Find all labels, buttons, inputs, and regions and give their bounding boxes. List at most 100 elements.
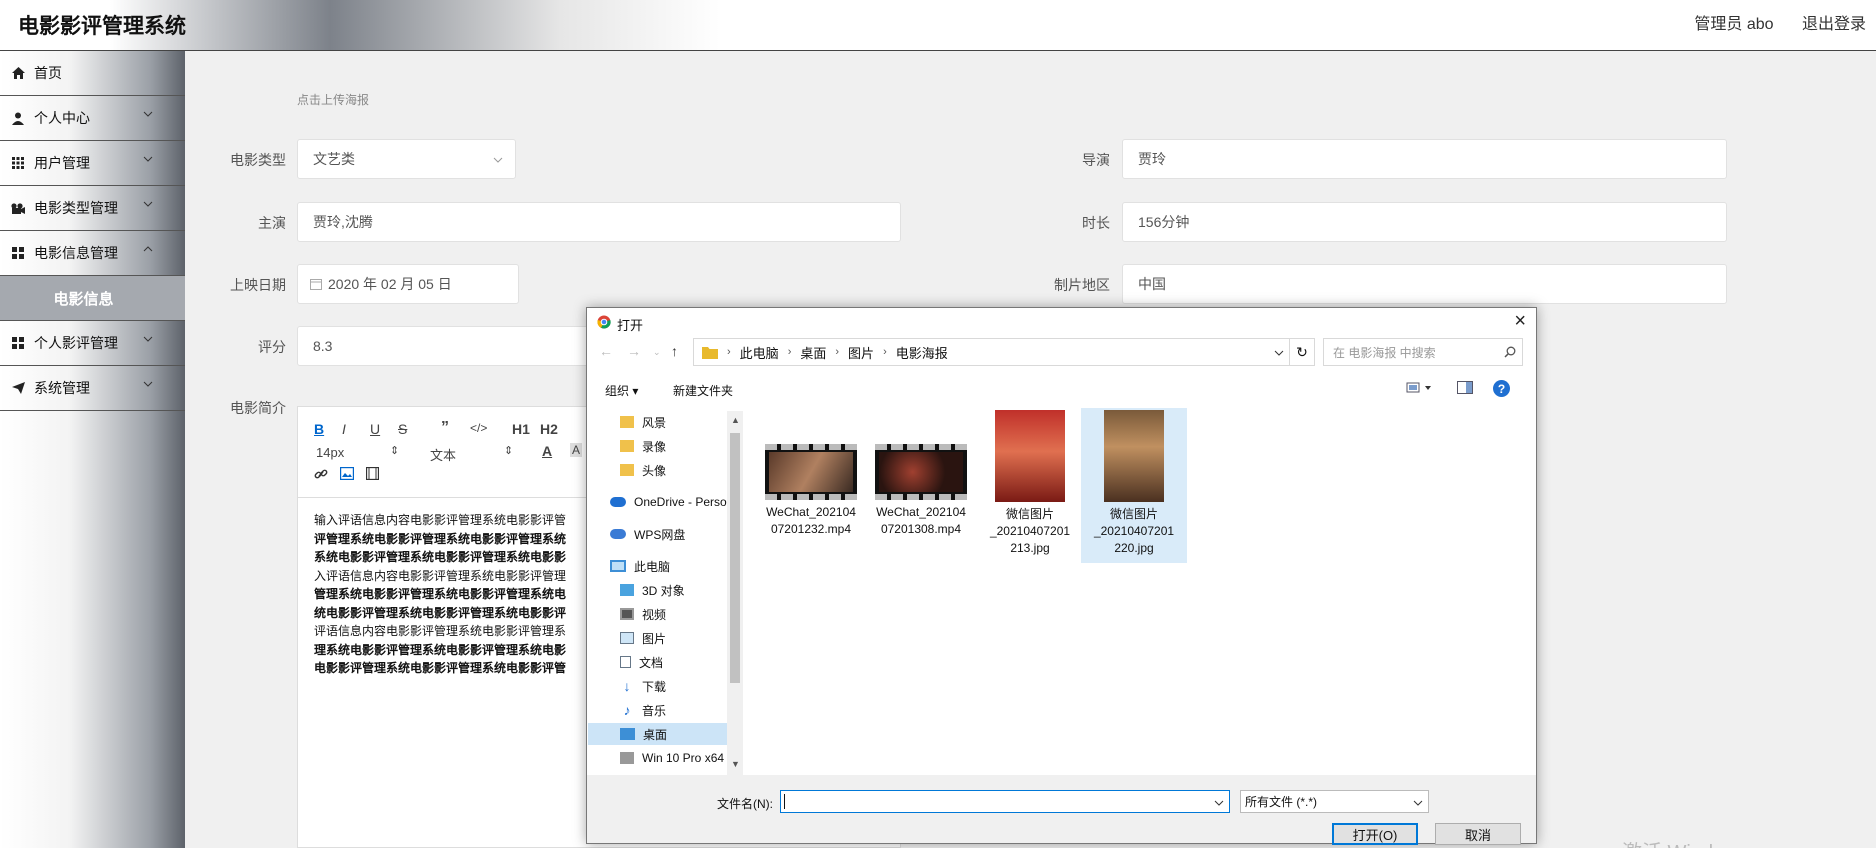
upload-poster-hint[interactable]: 点击上传海报 bbox=[297, 91, 369, 108]
file-item-video-2[interactable]: WeChat_202104 07201308.mp4 bbox=[875, 444, 967, 538]
quote-button[interactable]: ” bbox=[441, 419, 449, 437]
sidebar-item-label: 用户管理 bbox=[34, 155, 90, 171]
tree-item-downloads[interactable]: ↓ 下载 bbox=[588, 675, 728, 697]
tree-item-pictures[interactable]: 图片 bbox=[588, 627, 728, 649]
editor-line: 电影影评管理系统电影影评管理系统电影影评管 bbox=[314, 661, 567, 675]
tree-item-label: 视频 bbox=[642, 607, 667, 622]
region-input[interactable]: 中国 bbox=[1122, 264, 1727, 304]
duration-input[interactable]: 156分钟 bbox=[1122, 202, 1727, 242]
tree-item-scenery[interactable]: 风景 bbox=[588, 411, 728, 433]
tree-item-drive[interactable]: Win 10 Pro x64 bbox=[588, 747, 728, 769]
font-size-select[interactable]: 14px bbox=[316, 445, 344, 460]
tree-item-3d-objects[interactable]: 3D 对象 bbox=[588, 579, 728, 601]
back-arrow-icon[interactable]: ← bbox=[599, 343, 613, 359]
breadcrumb-item[interactable]: 图片 bbox=[848, 343, 874, 362]
breadcrumb-item[interactable]: 电影海报 bbox=[896, 343, 948, 362]
link-icon[interactable] bbox=[314, 467, 328, 484]
sidebar-item-label: 电影信息管理 bbox=[34, 245, 118, 261]
cast-input[interactable]: 贾玲,沈腾 bbox=[297, 202, 901, 242]
sidebar-item-label: 个人影评管理 bbox=[34, 335, 118, 351]
organize-label: 组织 bbox=[605, 384, 630, 398]
preview-pane-icon[interactable] bbox=[1457, 381, 1473, 397]
dialog-title: 打开 bbox=[617, 318, 644, 333]
sidebar-subitem-movie-info[interactable]: 电影信息 bbox=[0, 276, 185, 321]
tree-item-recordings[interactable]: 录像 bbox=[588, 435, 728, 457]
new-folder-button[interactable]: 新建文件夹 bbox=[673, 382, 733, 399]
bg-color-button[interactable]: A bbox=[570, 443, 583, 457]
chevron-down-icon[interactable]: ▼ bbox=[731, 759, 740, 769]
bold-button[interactable]: B bbox=[314, 421, 324, 437]
chevron-down-icon[interactable]: ⌄ bbox=[653, 347, 661, 358]
view-options-icon[interactable] bbox=[1406, 381, 1434, 398]
release-date-label: 上映日期 bbox=[230, 277, 286, 293]
folder-icon bbox=[702, 346, 718, 359]
tree-item-this-pc[interactable]: 此电脑 bbox=[588, 555, 728, 577]
organize-menu[interactable]: 组织 ▾ bbox=[605, 382, 638, 399]
tree-item-desktop[interactable]: 桌面 bbox=[588, 723, 728, 745]
image-icon[interactable] bbox=[339, 466, 355, 483]
video-icon[interactable] bbox=[365, 466, 380, 483]
sidebar-item-profile[interactable]: 个人中心 bbox=[0, 96, 185, 141]
video-thumbnail bbox=[875, 444, 967, 500]
tree-item-avatars[interactable]: 头像 bbox=[588, 459, 728, 481]
breadcrumb-item[interactable]: 此电脑 bbox=[740, 343, 779, 362]
heading1-button[interactable]: H1 bbox=[512, 421, 530, 437]
tree-item-documents[interactable]: 文档 bbox=[588, 651, 728, 673]
chevron-down-icon bbox=[143, 246, 153, 252]
rating-label: 评分 bbox=[258, 339, 286, 355]
underline-button[interactable]: U bbox=[370, 421, 380, 437]
chevron-down-icon bbox=[143, 201, 153, 207]
chrome-icon bbox=[597, 315, 611, 329]
director-label: 导演 bbox=[1082, 152, 1110, 168]
scrollbar-thumb[interactable] bbox=[730, 433, 740, 683]
close-icon[interactable]: × bbox=[1514, 310, 1526, 333]
refresh-icon[interactable]: ↻ bbox=[1289, 338, 1315, 366]
file-item-image-1[interactable]: 微信图片 _20210407201 213.jpg bbox=[980, 410, 1080, 557]
tree-item-label: 录像 bbox=[642, 439, 667, 454]
cancel-button[interactable]: 取消 bbox=[1435, 823, 1521, 845]
sidebar-item-movie-info[interactable]: 电影信息管理 bbox=[0, 231, 185, 276]
tree-item-wps[interactable]: WPS网盘 bbox=[588, 523, 728, 545]
chevron-down-icon[interactable] bbox=[1214, 798, 1224, 808]
address-bar[interactable]: › 此电脑 › 桌面 › 图片 › 电影海报 ↻ bbox=[693, 338, 1315, 366]
file-item-video-1[interactable]: WeChat_202104 07201232.mp4 bbox=[765, 444, 857, 538]
chevron-right-icon: › bbox=[883, 346, 887, 358]
help-icon[interactable]: ? bbox=[1493, 380, 1510, 397]
tree-item-music[interactable]: ♪ 音乐 bbox=[588, 699, 728, 721]
release-date-picker[interactable]: 2020 年 02 月 05 日 bbox=[297, 264, 519, 304]
text-color-button[interactable]: A bbox=[542, 443, 552, 459]
search-input[interactable]: 在 电影海报 中搜索 bbox=[1323, 338, 1523, 366]
sidebar-item-label: 系统管理 bbox=[34, 380, 90, 396]
forward-arrow-icon[interactable]: → bbox=[627, 343, 641, 359]
open-button[interactable]: 打开(O) bbox=[1332, 823, 1418, 845]
tree-scrollbar[interactable]: ▲ ▼ bbox=[727, 411, 743, 775]
strike-button[interactable]: S bbox=[398, 421, 407, 437]
sidebar-item-reviews[interactable]: 个人影评管理 bbox=[0, 321, 185, 366]
logout-link[interactable]: 退出登录 bbox=[1802, 16, 1866, 33]
chevron-down-icon[interactable] bbox=[1274, 348, 1284, 358]
sidebar-item-home[interactable]: 首页 bbox=[0, 51, 185, 96]
tree-item-label: WPS网盘 bbox=[634, 527, 686, 542]
file-item-image-2-selected[interactable]: 微信图片 _20210407201 220.jpg bbox=[1081, 408, 1187, 563]
up-arrow-icon[interactable]: ↑ bbox=[671, 343, 678, 359]
filename-input[interactable] bbox=[780, 790, 1230, 813]
breadcrumb-item[interactable]: 桌面 bbox=[800, 343, 826, 362]
tree-item-onedrive[interactable]: OneDrive - Perso bbox=[588, 491, 728, 513]
release-date-value: 2020 年 02 月 05 日 bbox=[328, 276, 452, 292]
tree-item-videos[interactable]: 视频 bbox=[588, 603, 728, 625]
sidebar-item-movie-types[interactable]: 电影类型管理 bbox=[0, 186, 185, 231]
filetype-select[interactable]: 所有文件 (*.*) bbox=[1240, 790, 1429, 813]
italic-button[interactable]: I bbox=[342, 421, 346, 437]
sidebar-item-system[interactable]: 系统管理 bbox=[0, 366, 185, 411]
file-name: 07201232.mp4 bbox=[770, 522, 852, 536]
director-input[interactable]: 贾玲 bbox=[1122, 139, 1727, 179]
block-type-select[interactable]: 文本 bbox=[430, 445, 456, 464]
movie-type-select[interactable]: 文艺类 bbox=[297, 139, 516, 179]
heading2-button[interactable]: H2 bbox=[540, 421, 558, 437]
code-button[interactable]: </> bbox=[470, 421, 487, 435]
editor-content[interactable]: 输入评语信息内容电影影评管理系统电影影评管 评管理系统电影影评管理系统电影影评管… bbox=[314, 511, 592, 681]
send-icon bbox=[10, 381, 26, 395]
chevron-up-icon[interactable]: ▲ bbox=[731, 415, 740, 425]
rating-input[interactable]: 8.3 bbox=[297, 326, 597, 366]
sidebar-item-users[interactable]: 用户管理 bbox=[0, 141, 185, 186]
